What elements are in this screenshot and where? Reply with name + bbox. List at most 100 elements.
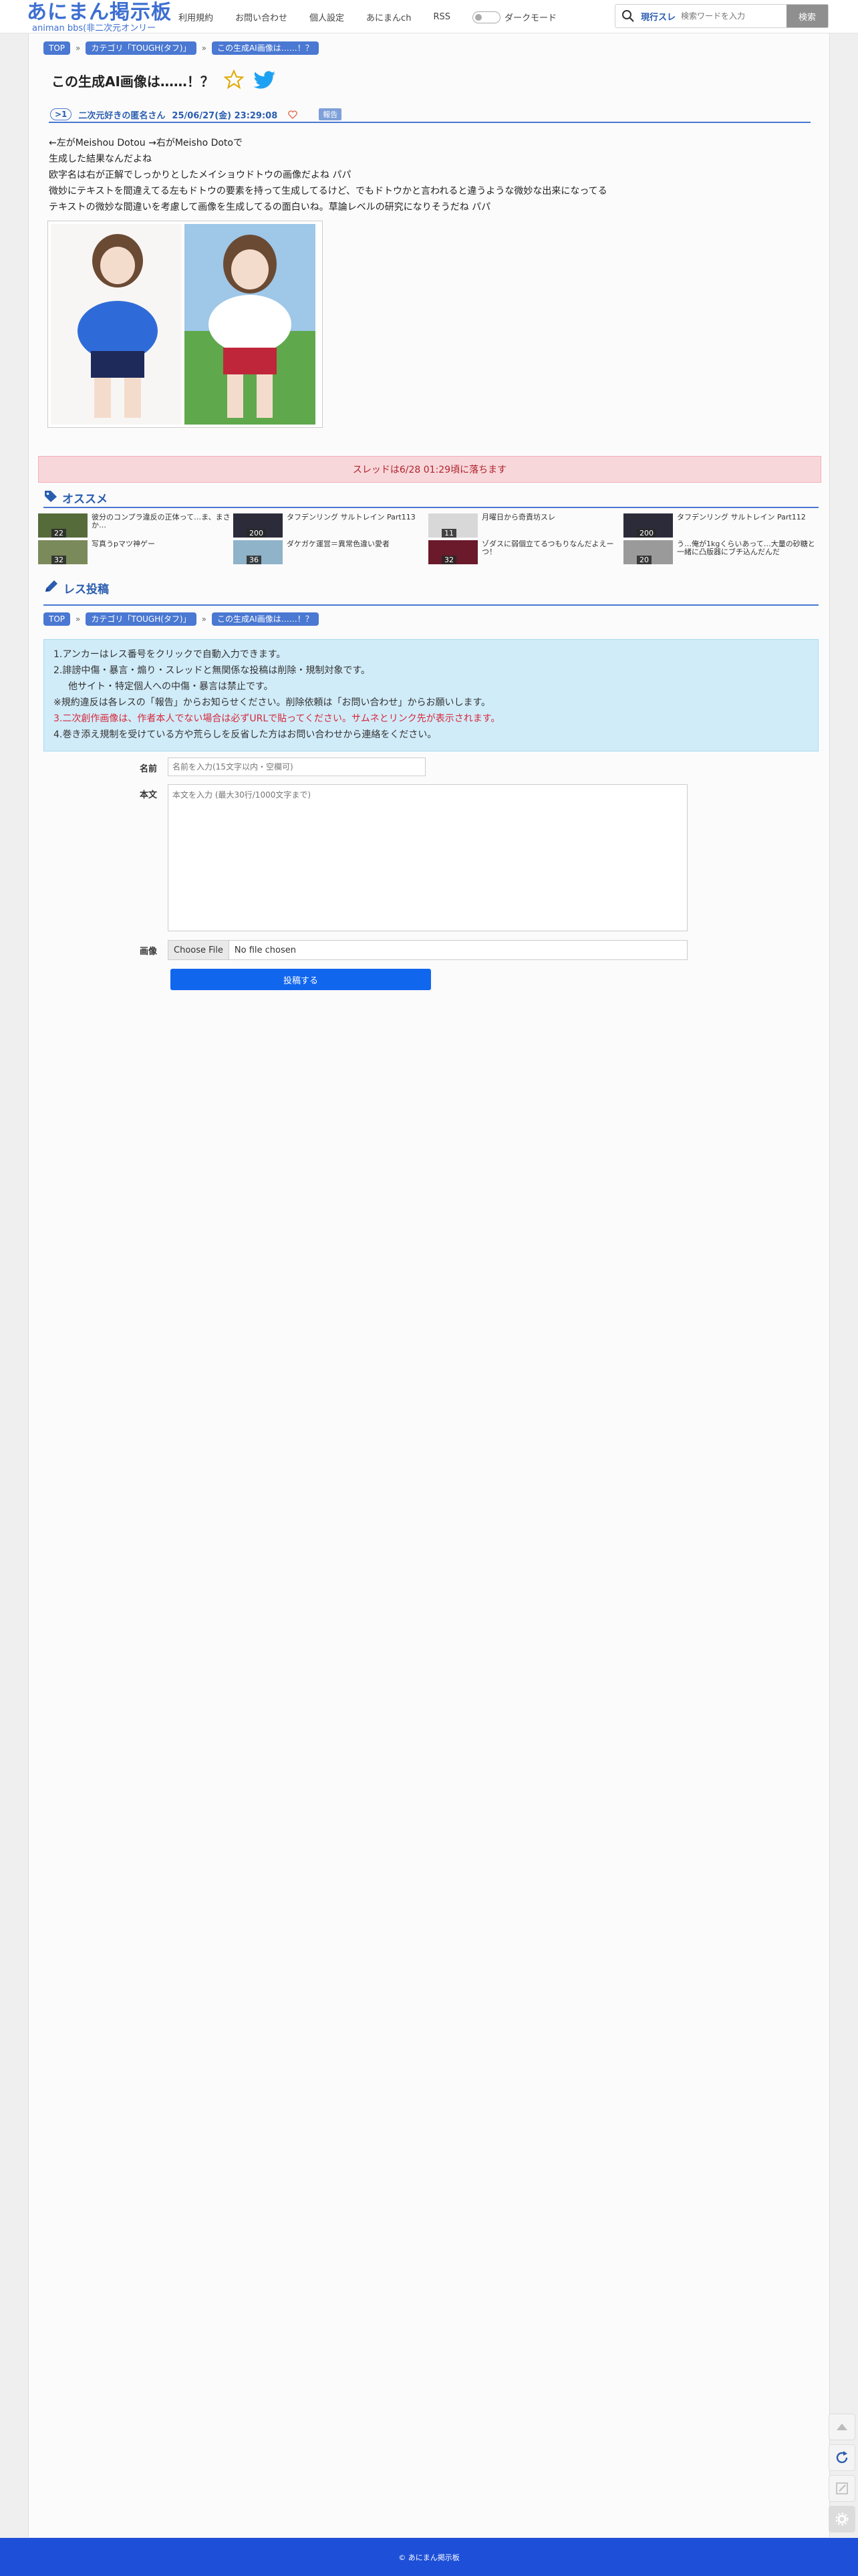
breadcrumb-category[interactable]: カテゴリ「TOUGH(タフ)」 [86,41,196,55]
breadcrumb-separator: » [201,43,206,53]
recommend-item-title: う…俺が1kgくらいあって…大量の砂糖と一緒に凸版器にブチ込んだんだ [677,540,815,556]
submit-button[interactable]: 投稿する [170,969,431,990]
thumbnail: 200 [233,513,283,538]
search-icon [618,6,638,26]
post-image-left[interactable] [51,224,182,425]
thread-expiry-alert: スレッドは6/28 01:29頃に落ちます [38,456,821,483]
divider [43,604,819,606]
choose-file-button[interactable]: Choose File [168,941,229,959]
breadcrumb-thread[interactable]: この生成AI画像は……！？ [211,612,319,626]
image-file-input[interactable]: Choose File No file chosen [168,940,688,960]
post-image-right[interactable] [184,224,315,425]
top-nav: 利用規約 お問い合わせ 個人設定 あにまんch RSS ダークモード [178,11,557,23]
body-label: 本文 [140,790,158,800]
reply-count: 32 [442,556,456,564]
logo-title: あにまん掲示板 [27,1,172,24]
post-number[interactable]: >1 [50,108,72,120]
breadcrumb: TOP » カテゴリ「TOUGH(タフ)」 » この生成AI画像は……！？ [43,41,319,55]
tag-icon [43,489,58,506]
site-logo[interactable]: あにまん掲示板 animan bbs(非二次元オンリー [27,1,172,33]
post-line: テキストの微妙な間違いを考慮して画像を生成してるの面白いね。草論レベルの研究にな… [49,202,491,213]
recommend-item[interactable]: 32 写真うpマツ神ゲー [38,540,232,564]
rule-line: ※規約違反は各レスの「報告」からお知らせください。削除依頼は「お問い合わせ」から… [53,697,491,708]
recommend-item[interactable]: 11 月曜日から奇責坊スレ [428,513,622,538]
gear-icon [835,2512,849,2526]
nav-contact[interactable]: お問い合わせ [235,11,287,23]
nav-animanch[interactable]: あにまんch [366,11,411,23]
recommend-item[interactable]: 200 タフデンリング サルトレイン Part112 [623,513,817,538]
thumbnail: 11 [428,513,478,538]
settings-button[interactable] [829,2506,855,2533]
thumbnail: 200 [623,513,673,538]
nav-settings[interactable]: 個人設定 [309,11,344,23]
reply-count: 200 [637,529,656,538]
reply-title: レス投稿 [63,583,109,596]
reload-icon [836,2451,848,2464]
recommend-title: オススメ [62,493,108,506]
reply-count: 22 [51,529,66,538]
favorite-star-icon[interactable] [223,69,245,92]
post-body: ←左がMeishou Dotou →右がMeisho Dotoで 生成した結果な… [49,135,607,215]
rule-line: 他サイト・特定個人への中傷・暴言は禁止です。 [68,681,273,692]
breadcrumb-category[interactable]: カテゴリ「TOUGH(タフ)」 [86,612,196,626]
post-line: 欧字名は右が正解でしっかりとしたメイショウドトウの画像だよね パパ [49,170,351,181]
post-line: 微妙にテキストを間違えてる左もドトウの要素を持って生成してるけど、でもドトウかと… [49,186,607,197]
breadcrumb-top[interactable]: TOP [43,612,71,626]
edit-icon [836,2482,848,2494]
body-field[interactable] [168,784,688,931]
scroll-top-button[interactable] [829,2414,855,2440]
name-field[interactable] [168,757,426,776]
breadcrumb-top[interactable]: TOP [43,41,71,55]
recommend-item[interactable]: 36 ダケガケ運営＝異常色違い愛者 [233,540,427,564]
thumbnail: 32 [428,540,478,564]
nav-terms[interactable]: 利用規約 [178,11,213,23]
recommend-item-title: 月曜日から奇責坊スレ [482,513,555,521]
recommend-item-title: 彼分のコンプラ違反の正体って…ま、まさか… [92,513,231,530]
rule-line: 1.アンカーはレス番号をクリックで自動入力できます。 [53,649,286,660]
search-box: 現行スレ 検索 [615,4,829,28]
thread-title: この生成AI画像は……！？ [51,74,214,90]
recommend-item-title: タフデンリング サルトレイン Part112 [677,513,806,521]
recommend-heading: オススメ [43,489,108,506]
breadcrumb-separator: » [76,43,81,53]
search-scope-select[interactable]: 現行スレ [641,10,676,23]
thumbnail: 22 [38,513,88,538]
search-input[interactable] [681,11,782,21]
recommend-item[interactable]: 20 う…俺が1kgくらいあって…大量の砂糖と一緒に凸版器にブチ込んだんだ [623,540,817,564]
site-footer: © あにまん掲示板 [0,2538,858,2576]
arrow-up-icon [837,2424,847,2430]
name-label: 名前 [140,764,158,774]
posting-rules: 1.アンカーはレス番号をクリックで自動入力できます。 2.誹謗中傷・暴言・煽り・… [43,639,819,751]
reply-count: 11 [442,529,456,538]
copyright: © あにまん掲示板 [398,2553,460,2562]
image-label: 画像 [140,947,158,957]
heart-icon[interactable] [288,110,298,119]
recommend-item-title: タフデンリング サルトレイン Part113 [287,513,416,521]
recommend-item-title: ダケガケ運営＝異常色違い愛者 [287,540,390,548]
thumbnail: 20 [623,540,673,564]
rule-line: 4.巻き添え規制を受けている方や荒らしを反省した方はお問い合わせから連絡をくださ… [53,729,437,740]
site-header: あにまん掲示板 animan bbs(非二次元オンリー 利用規約 お問い合わせ … [0,0,858,33]
divider [43,507,819,508]
thumbnail: 32 [38,540,88,564]
recommend-item-title: ゾダスに弱個立てるつもりなんだよえーつ！ [482,540,614,556]
recommend-item[interactable]: 32 ゾダスに弱個立てるつもりなんだよえーつ！ [428,540,622,564]
nav-rss[interactable]: RSS [433,12,450,22]
pencil-icon [43,579,59,597]
post-header: >1 二次元好きの匿名さん 25/06/27(金) 23:29:08 報告 [49,107,811,123]
breadcrumb-thread[interactable]: この生成AI画像は……！？ [211,41,319,55]
dark-mode-label: ダークモード [504,13,557,23]
twitter-share-icon[interactable] [253,71,276,92]
reply-count: 200 [247,529,266,538]
post-line: ←左がMeishou Dotou →右がMeisho Dotoで [49,138,243,148]
reply-heading: レス投稿 [43,579,109,597]
recommend-item[interactable]: 22 彼分のコンプラ違反の正体って…ま、まさか… [38,513,232,538]
reload-button[interactable] [829,2444,855,2471]
dark-mode-toggle[interactable] [472,11,500,23]
write-button[interactable] [829,2475,855,2502]
rule-line: 3.二次創作画像は、作者本人でない場合は必ずURLで貼ってください。サムネとリン… [53,713,500,724]
report-button[interactable]: 報告 [319,108,342,120]
recommend-item[interactable]: 200 タフデンリング サルトレイン Part113 [233,513,427,538]
post-image-container [47,221,323,428]
search-button[interactable]: 検索 [786,5,828,27]
